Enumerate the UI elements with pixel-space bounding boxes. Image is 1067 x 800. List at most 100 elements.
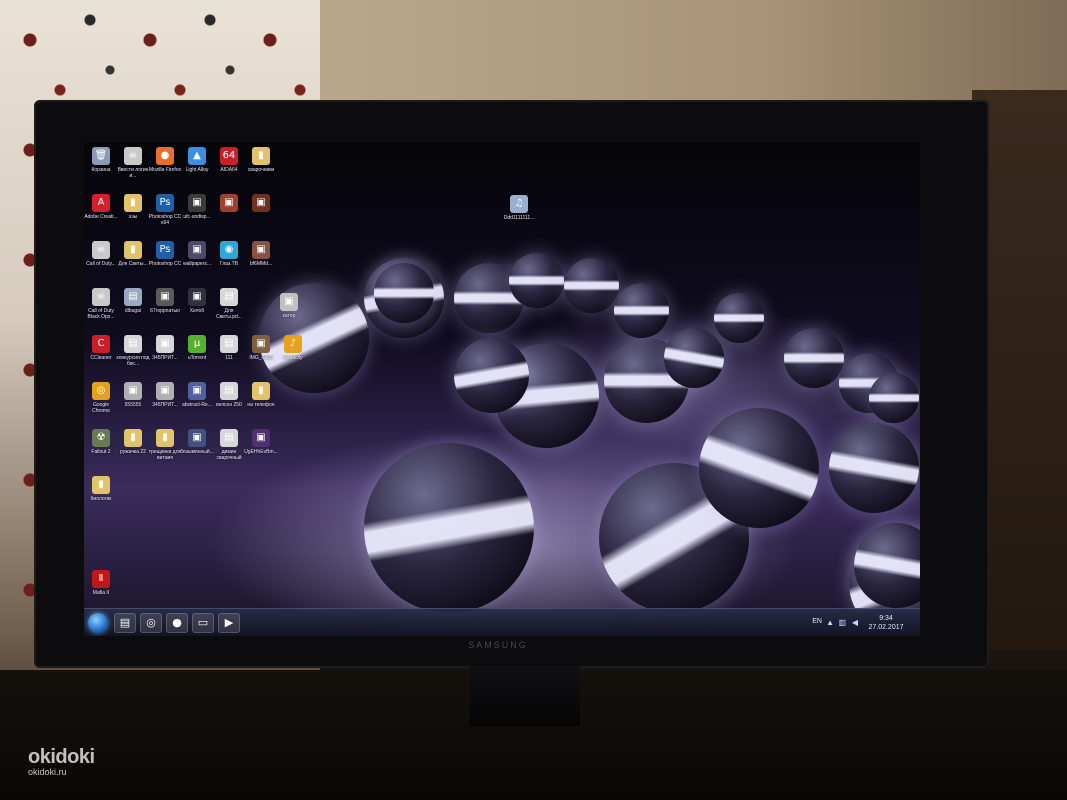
desktop-shortcut[interactable]: ▤ 111 <box>212 335 246 361</box>
desktop-shortcut[interactable]: ▲ Light Alloy <box>180 147 214 173</box>
desktop-shortcut-label: Google Chrome <box>92 402 110 414</box>
desktop-shortcut-label: Adobe Creati... <box>84 214 118 220</box>
desktop-shortcut[interactable]: ▮ сварочники <box>244 147 278 173</box>
desktop-shortcut[interactable]: ▣ UgEHhEvBm... <box>244 429 278 455</box>
windows-start-icon[interactable] <box>88 613 108 633</box>
desktop-shortcut[interactable]: ▤ конкурсия под бис... <box>116 335 150 367</box>
volume-icon[interactable]: ◀ <box>852 618 858 627</box>
photoshop-icon: Ps <box>156 241 174 259</box>
desktop-shortcut[interactable]: ▮ Для Светы... <box>116 241 150 267</box>
tray-arrow-icon[interactable]: ▲ <box>826 618 834 627</box>
desktop-shortcut-label: Photoshop CC <box>148 261 182 267</box>
mafia-icon: Ⅱ <box>92 570 110 588</box>
system-tray: EN ▲ ▥ ◀ 9:34 27.02.2017 <box>774 612 914 634</box>
desktop-shortcut[interactable]: ▤ димин сварочный <box>212 429 246 461</box>
file-icon: ▤ <box>124 335 142 353</box>
desktop-shortcut[interactable]: ☠ Ввести логин и... <box>116 147 150 179</box>
desktop-shortcut[interactable]: ☢ Fallout 2 <box>84 429 118 455</box>
desktop-shortcut-label: IMG_0355 <box>249 355 273 361</box>
desktop-shortcut[interactable]: 🗑 Корзина <box>84 147 118 173</box>
desktop-shortcut[interactable]: ▤ вклсон 250 <box>212 382 246 408</box>
photo-icon: ▣ <box>252 241 270 259</box>
desktop-shortcut[interactable]: µ uTorrent <box>180 335 214 361</box>
desktop-shortcut[interactable]: ♫ Ddd1111111... <box>502 195 536 221</box>
image-file-icon: ▣ <box>156 288 174 306</box>
desktop-shortcut-label: 555555 <box>124 402 142 408</box>
recycle-bin-icon: 🗑 <box>92 147 110 165</box>
desktop-shortcut-label: безымянный... <box>180 449 214 455</box>
desktop-shortcut[interactable]: ▣ <box>212 194 246 214</box>
image-file-icon: ▣ <box>124 382 142 400</box>
desktop-shortcut[interactable]: Ps Photoshop CC x64 <box>148 194 182 226</box>
desktop-shortcut[interactable]: ▮ ээы <box>116 194 150 220</box>
desktop-shortcut-label: сварочники <box>247 167 275 173</box>
file-icon: ▤ <box>220 335 238 353</box>
desktop-shortcut-label: Для Светы... <box>118 261 148 267</box>
chrome-icon: ◎ <box>92 382 110 400</box>
desktop-shortcut-label: конкурсия под бис... <box>116 355 150 367</box>
desktop-shortcut-label: Ddd1111111... <box>503 215 535 221</box>
monitor-stand <box>470 666 580 726</box>
desktop-shortcut[interactable]: ▣ ufc-undisp... <box>180 194 214 220</box>
desktop-shortcut[interactable]: ▮ биологик <box>84 476 118 502</box>
media-player-icon[interactable]: ▶ <box>218 613 240 633</box>
chrome-icon[interactable]: ◎ <box>140 613 162 633</box>
desktop-shortcut[interactable]: ▮ ружачка 22 <box>116 429 150 455</box>
desktop-shortcut[interactable]: ▮ трещинки для витаия <box>148 429 182 461</box>
desktop-shortcut[interactable]: ▣ 67roppnaтыо <box>148 288 182 314</box>
utorrent-icon: µ <box>188 335 206 353</box>
network-icon[interactable]: ▥ <box>838 618 846 627</box>
desktop-shortcut[interactable]: ▮ на телефон <box>244 382 278 408</box>
desktop-shortcut[interactable]: ● Mozilla Firefox <box>148 147 182 173</box>
image-file-icon: ▣ <box>156 382 174 400</box>
desktop-shortcut[interactable]: ▣ bf6MMd... <box>244 241 278 267</box>
desktop-screen: 🗑 Корзина ☠ Ввести логин и... ● Mozilla Firef… <box>84 143 920 636</box>
desktop-shortcut[interactable]: ▣ катор <box>272 293 306 319</box>
language-indicator[interactable]: EN <box>812 618 822 625</box>
desktop-shortcut[interactable]: ♪ Audacity <box>276 335 310 361</box>
desktop-shortcut-label: uTorrent <box>187 355 207 361</box>
skull-icon: ☠ <box>92 288 110 306</box>
desktop-shortcut[interactable]: ▣ wallpapers... <box>180 241 214 267</box>
clock-time: 9:34 <box>879 615 893 622</box>
desktop-shortcut[interactable]: A Adobe Creati... <box>84 194 118 220</box>
desktop-shortcut-label: UgEHhEvBm... <box>244 449 278 455</box>
desktop-shortcut-label: димин сварочный <box>216 449 242 461</box>
desktop-shortcut[interactable]: ☠ Call of Duty Black Ops... <box>84 288 118 320</box>
desktop-shortcut-label: вклсон 250 <box>216 402 242 408</box>
clock-date: 27.02.2017 <box>868 624 904 631</box>
wallpaper-sphere <box>829 423 919 513</box>
desktop-shortcut[interactable]: ▣ 345ПРИТ... <box>148 382 182 408</box>
desktop-shortcut[interactable]: Ⅱ Mafia II <box>84 570 118 596</box>
folder-icon: ▮ <box>252 147 270 165</box>
desktop-shortcut[interactable]: C CCleaner <box>84 335 118 361</box>
desktop-shortcut[interactable]: ▣ 555555 <box>116 382 150 408</box>
desktop-shortcut[interactable]: ▣ abstract-Re... <box>180 382 214 408</box>
desktop-shortcut[interactable]: ▣ Хелоб <box>180 288 214 314</box>
desktop-shortcut-label: ээы <box>128 214 138 220</box>
file-icon: ▤ <box>220 382 238 400</box>
desktop-shortcut-label: AIDA64 <box>220 167 238 173</box>
desktop-shortcut[interactable]: ☠ Call of Duty... <box>84 241 118 267</box>
desktop-shortcut[interactable]: ▣ <box>244 194 278 214</box>
desktop-shortcut[interactable]: ▤ dlbugai <box>116 288 150 314</box>
desktop-shortcut[interactable]: 64 AIDA64 <box>212 147 246 173</box>
desktop-shortcut[interactable]: Ps Photoshop CC <box>148 241 182 267</box>
taskbar-clock[interactable]: 9:34 27.02.2017 <box>866 614 906 632</box>
desktop-shortcut[interactable]: ◉ Глаз.ТВ <box>212 241 246 267</box>
skull-icon: ☠ <box>124 147 142 165</box>
desktop-shortcut-label: ufc-undisp... <box>183 214 211 220</box>
light-alloy-icon: ▲ <box>188 147 206 165</box>
image-file-icon: ▣ <box>188 429 206 447</box>
desktop-shortcut[interactable]: ◎ Google Chrome <box>84 382 118 414</box>
desktop-icon[interactable]: ▭ <box>192 613 214 633</box>
desktop-shortcut-label: катор <box>282 313 296 319</box>
folder-icon: ▮ <box>252 382 270 400</box>
explorer-folder-icon[interactable]: ▤ <box>114 613 136 633</box>
desktop-shortcut[interactable]: ▣ 345ПРИТ... <box>148 335 182 361</box>
tv-icon: ◉ <box>220 241 238 259</box>
desktop-shortcut[interactable]: ▣ IMG_0355 <box>244 335 278 361</box>
desktop-shortcut[interactable]: ▤ Для Светы.pd... <box>212 288 246 320</box>
desktop-shortcut[interactable]: ▣ безымянный... <box>180 429 214 455</box>
firefox-icon[interactable]: ● <box>166 613 188 633</box>
